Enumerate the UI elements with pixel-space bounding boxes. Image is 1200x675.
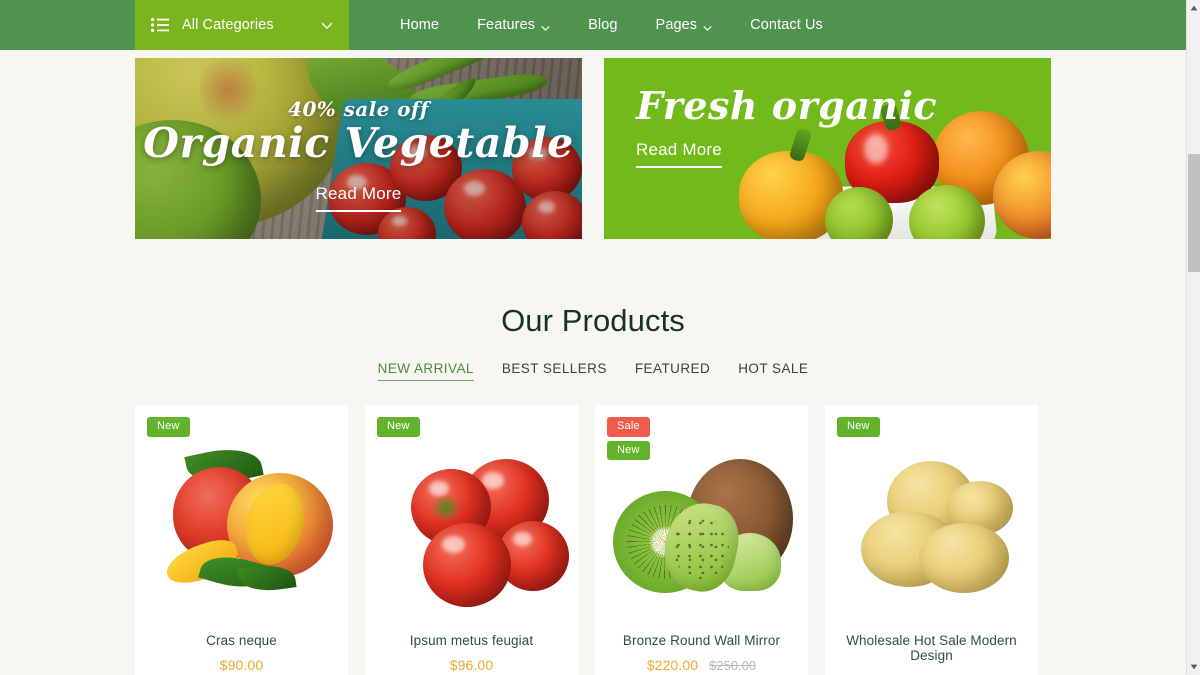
nav-item-contact-us[interactable]: Contact Us <box>731 0 842 50</box>
product-price-original: $250.00 <box>709 658 757 673</box>
tab-featured[interactable]: FEATURED <box>635 361 710 381</box>
banner-content: 40% sale off Organic Vegetable Read More <box>135 58 582 239</box>
product-name[interactable]: Bronze Round Wall Mirror <box>595 633 808 648</box>
product-name[interactable]: Cras neque <box>135 633 348 648</box>
banner-content: Fresh organic Read More <box>636 86 937 168</box>
badge-group: New <box>837 417 880 437</box>
tab-new-arrival[interactable]: NEW ARRIVAL <box>377 361 474 381</box>
product-price: $220.00 <box>646 657 699 673</box>
banner-headline: Fresh organic <box>636 83 938 128</box>
product-meta: Wholesale Hot Sale Modern Design $296.00 <box>825 633 1038 675</box>
nav-item-pages[interactable]: Pages <box>637 0 732 50</box>
product-filter-tabs: NEW ARRIVAL BEST SELLERS FEATURED HOT SA… <box>0 361 1186 381</box>
nav-item-blog[interactable]: Blog <box>569 0 636 50</box>
page-title: Our Products <box>501 303 685 338</box>
nav-label: Home <box>400 17 440 33</box>
product-price: $96.00 <box>449 657 494 673</box>
status-badge: New <box>377 417 420 437</box>
product-meta: Cras neque $90.00 <box>135 633 348 673</box>
product-card[interactable]: Sale New Bronze Round Wall Mirror $220.0… <box>595 405 808 675</box>
banner-read-more-link[interactable]: Read More <box>636 140 722 168</box>
product-grid: New Cras neque $90.00 New Ipsum metus fe… <box>0 381 1186 675</box>
nav-item-home[interactable]: Home <box>381 0 458 50</box>
nav-label: Features <box>477 17 536 33</box>
tab-best-sellers[interactable]: BEST SELLERS <box>502 361 607 381</box>
tab-label: FEATURED <box>634 361 711 376</box>
product-image <box>825 425 1038 621</box>
product-price-row: $96.00 <box>365 657 578 673</box>
tab-label: BEST SELLERS <box>501 361 607 376</box>
nav-label: Contact Us <box>750 17 823 33</box>
product-price-row: $220.00 $250.00 <box>595 657 808 673</box>
banner-eyebrow: 40% sale off <box>288 97 429 122</box>
scroll-up-arrow-icon[interactable] <box>1187 0 1200 16</box>
vertical-scrollbar[interactable] <box>1186 0 1200 675</box>
list-icon <box>151 18 169 32</box>
product-card[interactable]: New Cras neque $90.00 <box>135 405 348 675</box>
primary-menu: Home Features Blog Pages Contact Us <box>349 0 842 50</box>
tomato-product-image <box>365 425 578 621</box>
scrollbar-thumb[interactable] <box>1188 154 1200 272</box>
nav-item-features[interactable]: Features <box>458 0 569 50</box>
status-badge: Sale <box>607 417 650 437</box>
nav-label: Pages <box>655 17 698 33</box>
chevron-down-icon <box>321 19 333 31</box>
product-meta: Bronze Round Wall Mirror $220.00 $250.00 <box>595 633 808 673</box>
page-root: All Categories Home Features Blog Pages … <box>0 0 1186 675</box>
product-card[interactable]: New Ipsum metus feugiat $96.00 <box>365 405 578 675</box>
status-badge: New <box>837 417 880 437</box>
product-price: $90.00 <box>219 657 264 673</box>
tab-hot-sale[interactable]: HOT SALE <box>738 361 808 381</box>
products-section-header: Our Products NEW ARRIVAL BEST SELLERS FE… <box>0 239 1186 381</box>
badge-group: Sale New <box>607 417 650 461</box>
mango-product-image <box>135 425 348 621</box>
product-image <box>135 425 348 621</box>
product-name[interactable]: Ipsum metus feugiat <box>365 633 578 648</box>
scroll-down-arrow-icon[interactable] <box>1187 659 1200 675</box>
tab-label: HOT SALE <box>738 361 809 376</box>
promo-banner-fresh-organic[interactable]: Fresh organic Read More <box>604 58 1051 239</box>
promo-banner-organic-vegetable[interactable]: 40% sale off Organic Vegetable Read More <box>135 58 582 239</box>
chevron-down-icon <box>703 21 712 31</box>
product-meta: Ipsum metus feugiat $96.00 <box>365 633 578 673</box>
banner-headline: Organic Vegetable <box>143 119 574 168</box>
product-image <box>365 425 578 621</box>
potato-product-image <box>825 425 1038 621</box>
status-badge: New <box>147 417 190 437</box>
tab-label: NEW ARRIVAL <box>377 361 474 376</box>
chevron-down-icon <box>541 21 550 31</box>
product-card[interactable]: New Wholesale Hot Sale Modern Design $29… <box>825 405 1038 675</box>
all-categories-button[interactable]: All Categories <box>135 0 349 50</box>
promo-banner-row: 40% sale off Organic Vegetable Read More… <box>0 50 1186 239</box>
nav-label: Blog <box>588 17 618 33</box>
badge-group: New <box>377 417 420 437</box>
banner-read-more-link[interactable]: Read More <box>315 184 402 212</box>
product-name[interactable]: Wholesale Hot Sale Modern Design <box>825 633 1038 663</box>
main-navigation-bar: All Categories Home Features Blog Pages … <box>0 0 1186 50</box>
product-price-row: $90.00 <box>135 657 348 673</box>
status-badge: New <box>607 440 650 461</box>
all-categories-label: All Categories <box>182 17 274 33</box>
badge-group: New <box>147 417 190 437</box>
